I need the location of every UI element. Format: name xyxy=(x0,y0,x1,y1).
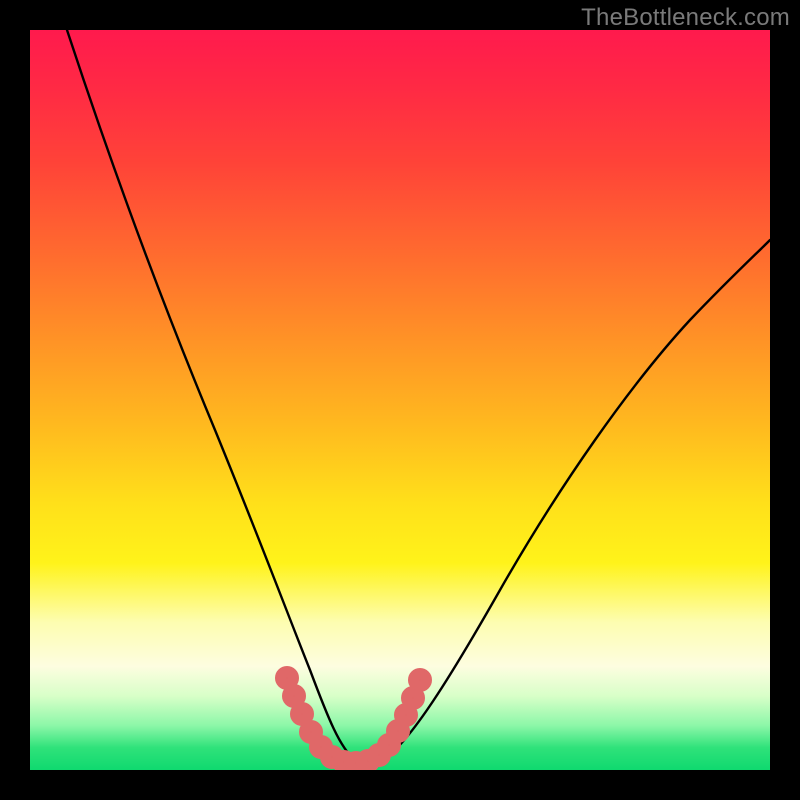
chart-svg xyxy=(30,30,770,770)
chart-plot-area xyxy=(30,30,770,770)
pink-u-overlay xyxy=(281,672,427,770)
chart-frame: TheBottleneck.com xyxy=(0,0,800,800)
black-v-curve xyxy=(67,30,770,764)
watermark-text: TheBottleneck.com xyxy=(581,4,790,32)
